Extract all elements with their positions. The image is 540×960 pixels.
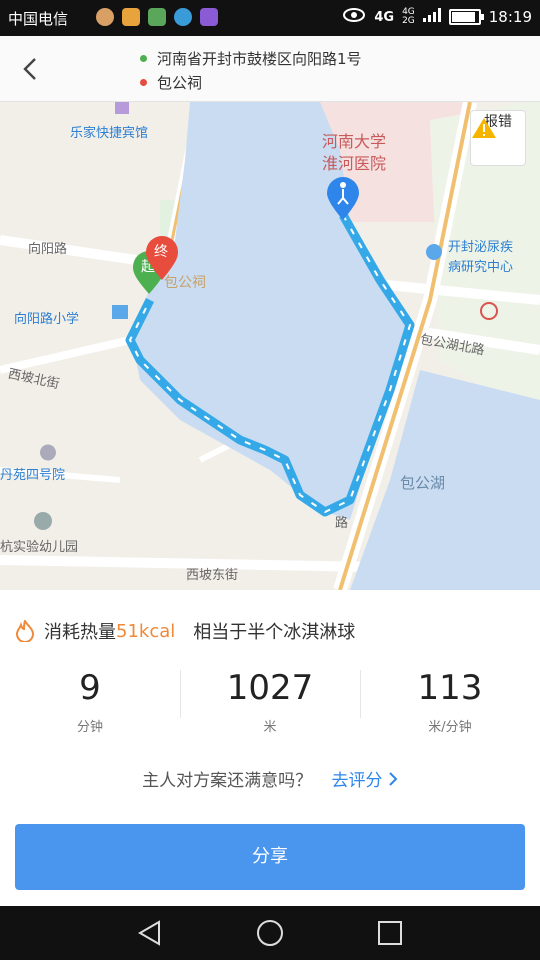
- road-xipo-east: 西坡东街: [186, 568, 239, 583]
- distance-value: 1027: [226, 668, 314, 708]
- school-poi-icon: [112, 305, 128, 319]
- chevron-right-icon: [389, 772, 398, 786]
- rate-link[interactable]: 去评分: [332, 771, 398, 791]
- wallet-app-icon: [200, 8, 218, 26]
- duration-metric: 9 分钟: [0, 666, 180, 736]
- rate-link-label: 去评分: [331, 771, 383, 791]
- speed-metric: 113 米/分钟: [360, 666, 540, 736]
- circle-home-icon: [257, 920, 283, 946]
- signal-icon: [422, 8, 441, 26]
- poi-hospital-line1: 河南大学: [322, 132, 387, 151]
- flower-app-icon: [122, 8, 140, 26]
- nav-home-button[interactable]: [255, 918, 285, 948]
- report-error-button[interactable]: 报错: [470, 110, 526, 166]
- poi-hospital2-line1: 开封泌尿疾: [448, 240, 514, 255]
- calorie-row: 消耗热量 51kcal 相当于半个冰淇淋球: [14, 618, 355, 644]
- chevron-left-icon: [23, 58, 36, 80]
- calorie-equivalent: 相当于半个冰淇淋球: [193, 622, 356, 643]
- speed-unit: 米/分钟: [428, 720, 472, 735]
- poi-baogong-temple: 包公祠: [164, 275, 206, 291]
- battery-icon: [448, 9, 484, 25]
- route-map[interactable]: 起 终 乐家快捷宾馆 河南大学 淮河医院 向阳路 包公祠 向阳路小学 开封泌尿疾…: [0, 102, 540, 590]
- warning-icon: [472, 118, 496, 138]
- camera-app-icon: [148, 8, 166, 26]
- poi-hospital2-line2: 病研究中心: [448, 260, 514, 275]
- start-dot: [140, 55, 147, 62]
- route-stats-panel: 消耗热量 51kcal 相当于半个冰淇淋球 9 分钟 1027 米 113 米/…: [0, 590, 540, 906]
- network-type: 4G: [374, 9, 395, 25]
- distance-metric: 1027 米: [180, 666, 360, 736]
- eye-comfort-icon: [342, 7, 366, 27]
- browser-app-icon: [174, 8, 192, 26]
- share-button-label: 分享: [252, 846, 288, 867]
- hospital-poi-icon: [426, 244, 442, 260]
- feedback-question: 主人对方案还满意吗？: [142, 771, 313, 791]
- share-button[interactable]: 分享: [15, 824, 525, 890]
- calorie-prefix: 消耗热量: [44, 622, 116, 643]
- triangle-back-icon: [138, 920, 160, 946]
- poi-residence: 丹苑四号院: [0, 468, 66, 483]
- distance-unit: 米: [263, 720, 277, 735]
- poi-school: 向阳路小学: [14, 312, 80, 327]
- poi-hospital-line2: 淮河医院: [322, 154, 387, 173]
- calorie-value: 51kcal: [116, 620, 176, 642]
- road-xiangyang: 向阳路: [28, 242, 68, 257]
- end-address: 包公祠: [157, 74, 203, 92]
- route-header: 河南省开封市鼓楼区向阳路1号 包公祠: [0, 36, 540, 102]
- end-address-row: 包公祠: [140, 72, 202, 93]
- end-dot: [140, 79, 147, 86]
- basketball-app-icon: [96, 8, 114, 26]
- speed-value: 113: [417, 668, 483, 708]
- road-fragment: 路: [335, 516, 349, 531]
- nav-recents-button[interactable]: [375, 918, 405, 948]
- kindergarten-poi-icon: [34, 512, 52, 530]
- feedback-row: 主人对方案还满意吗？ 去评分: [0, 766, 540, 791]
- end-marker-label: 终: [154, 244, 168, 260]
- back-button[interactable]: [16, 54, 46, 84]
- duration-unit: 分钟: [76, 720, 103, 735]
- lake-label: 包公湖: [400, 474, 446, 492]
- metrics-row: 9 分钟 1027 米 113 米/分钟: [0, 666, 540, 736]
- square-recents-icon: [378, 921, 402, 945]
- flame-icon: [15, 620, 35, 642]
- status-bar: 中国电信 4G 4G 2G 18:19: [0, 0, 540, 36]
- start-address: 河南省开封市鼓楼区向阳路1号: [157, 50, 362, 68]
- network-small-labels: 4G 2G: [402, 7, 415, 26]
- poi-hotel: 乐家快捷宾馆: [70, 126, 149, 141]
- duration-value: 9: [79, 668, 101, 708]
- notification-icons: [96, 8, 218, 26]
- start-address-row: 河南省开封市鼓楼区向阳路1号: [140, 48, 362, 69]
- system-nav-bar: [0, 906, 540, 960]
- nav-back-button[interactable]: [135, 918, 165, 948]
- poi-kindergarten: 杭实验幼儿园: [0, 540, 79, 555]
- clock: 18:19: [488, 8, 532, 26]
- hotel-poi-icon: [115, 102, 129, 114]
- residence-poi-icon: [40, 444, 56, 461]
- carrier-label: 中国电信: [8, 10, 69, 28]
